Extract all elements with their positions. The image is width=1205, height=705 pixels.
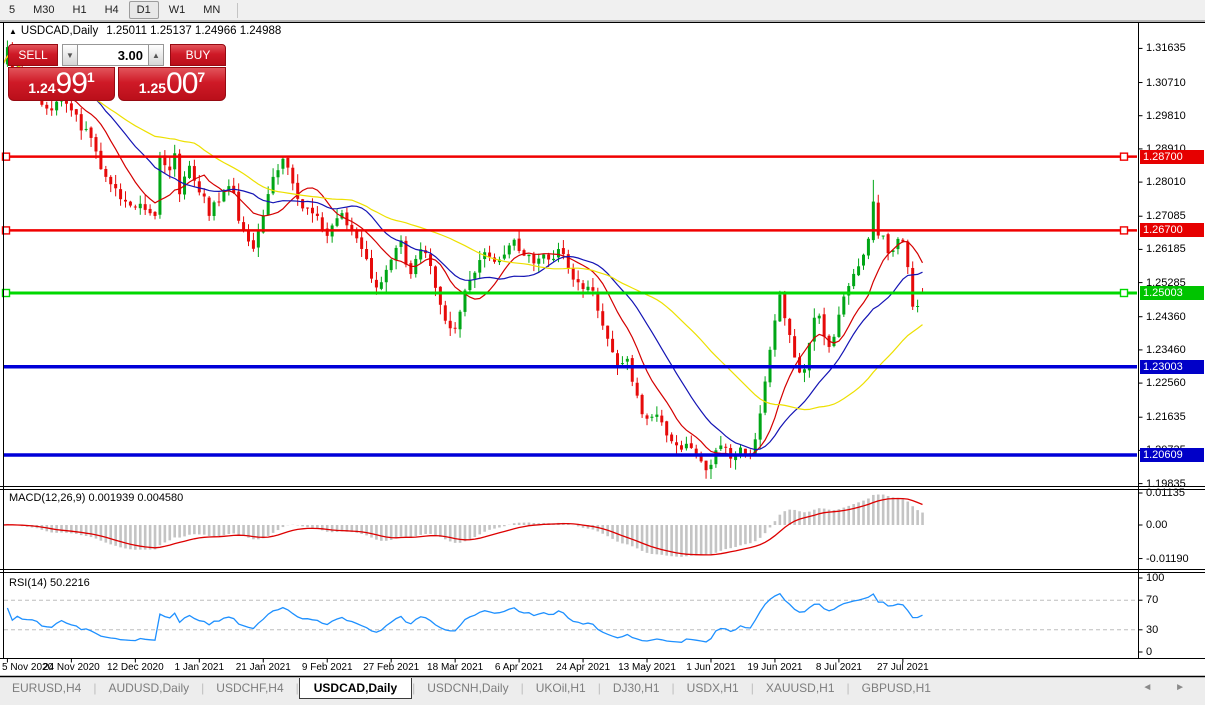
rsi-tick-label: 100 bbox=[1146, 572, 1164, 584]
tab-ukoil-h1[interactable]: UKOil,H1 bbox=[524, 678, 598, 698]
tab-usdchf-h4[interactable]: USDCHF,H4 bbox=[204, 678, 295, 698]
tab-audusd-daily[interactable]: AUDUSD,Daily bbox=[96, 678, 201, 698]
timeframe-button-h1[interactable]: H1 bbox=[65, 1, 95, 19]
date-tick-label: 27 Feb 2021 bbox=[363, 662, 419, 673]
sell-button[interactable]: SELL bbox=[8, 44, 58, 66]
date-tick-label: 8 Jul 2021 bbox=[816, 662, 862, 673]
date-tick-label: 19 Jun 2021 bbox=[747, 662, 802, 673]
date-tick-label: 13 May 2021 bbox=[618, 662, 676, 673]
bid-prefix: 1.24 bbox=[28, 78, 55, 98]
price-tick-label: 1.22560 bbox=[1146, 377, 1186, 389]
macd-tick-label: -0.01190 bbox=[1146, 553, 1189, 565]
price-tick-label: 1.21635 bbox=[1146, 411, 1186, 423]
tab-usdcad-daily[interactable]: USDCAD,Daily bbox=[299, 678, 412, 699]
date-tick-label: 24 Nov 2020 bbox=[43, 662, 100, 673]
price-line-handle[interactable] bbox=[1121, 227, 1128, 234]
date-tick-label: 9 Feb 2021 bbox=[302, 662, 353, 673]
ask-big-digits: 00 bbox=[166, 70, 197, 98]
macd-tick-label: 0.01135 bbox=[1146, 487, 1185, 499]
macd-tick-label: 0.00 bbox=[1146, 519, 1167, 531]
symbol-period-label: USDCAD,Daily bbox=[21, 25, 98, 37]
tab-gbpusd-h1[interactable]: GBPUSD,H1 bbox=[850, 678, 943, 698]
tab-eurusd-h4[interactable]: EURUSD,H4 bbox=[0, 678, 93, 698]
date-tick-label: 21 Jan 2021 bbox=[236, 662, 291, 673]
tab-usdx-h1[interactable]: USDX,H1 bbox=[675, 678, 751, 698]
chart-title: ▲ USDCAD,Daily 1.25011 1.25137 1.24966 1.2… bbox=[9, 25, 281, 37]
price-tick-label: 1.28010 bbox=[1146, 176, 1186, 188]
ohlc-readout: 1.25011 1.25137 1.24966 1.24988 bbox=[106, 25, 281, 37]
rsi-tick-label: 0 bbox=[1146, 646, 1152, 658]
date-tick-label: 6 Apr 2021 bbox=[495, 662, 543, 673]
timeframe-button-mn[interactable]: MN bbox=[195, 1, 228, 19]
price-line-badge-1.23003: 1.23003 bbox=[1140, 360, 1204, 374]
bid-pip-digit: 1 bbox=[87, 69, 95, 85]
timeframe-button-d1[interactable]: D1 bbox=[129, 1, 159, 19]
date-tick-label: 1 Jan 2021 bbox=[175, 662, 225, 673]
price-line-badge-1.26700: 1.26700 bbox=[1140, 223, 1204, 237]
chart-canvas bbox=[0, 0, 1205, 705]
timeframe-button-m30[interactable]: M30 bbox=[25, 1, 62, 19]
toolbar-separator bbox=[237, 3, 238, 18]
one-click-trading-panel: SELL ▼ 3.00 ▲ BUY 1.24 99 1 1.25 00 7 bbox=[8, 44, 226, 101]
rsi-tick-label: 70 bbox=[1146, 594, 1158, 606]
ask-prefix: 1.25 bbox=[139, 78, 166, 98]
date-tick-label: 12 Dec 2020 bbox=[107, 662, 164, 673]
rsi-tick-label: 30 bbox=[1146, 624, 1158, 636]
volume-input[interactable]: 3.00 bbox=[78, 44, 148, 66]
timeframe-button-h4[interactable]: H4 bbox=[97, 1, 127, 19]
date-tick-label: 24 Apr 2021 bbox=[556, 662, 610, 673]
price-tick-label: 1.23460 bbox=[1146, 344, 1186, 356]
macd-indicator-label: MACD(12,26,9) 0.001939 0.004580 bbox=[9, 492, 183, 504]
bid-price-display[interactable]: 1.24 99 1 bbox=[8, 67, 115, 101]
price-tick-label: 1.24360 bbox=[1146, 311, 1186, 323]
bid-big-digits: 99 bbox=[56, 70, 87, 98]
price-tick-label: 1.30710 bbox=[1146, 77, 1186, 89]
volume-decrease-button[interactable]: ▼ bbox=[62, 44, 78, 66]
price-line-handle[interactable] bbox=[1121, 290, 1128, 297]
price-line-badge-1.20609: 1.20609 bbox=[1140, 448, 1204, 462]
buy-button[interactable]: BUY bbox=[170, 44, 226, 66]
ask-price-display[interactable]: 1.25 00 7 bbox=[118, 67, 226, 101]
price-tick-label: 1.31635 bbox=[1146, 42, 1186, 54]
price-tick-label: 1.27085 bbox=[1146, 210, 1186, 222]
tab-scroll-arrows[interactable]: ◄ ► bbox=[1142, 682, 1195, 693]
tab-xauusd-h1[interactable]: XAUUSD,H1 bbox=[754, 678, 847, 698]
chart-tab-bar: EURUSD,H4|AUDUSD,Daily|USDCHF,H4|USDCAD,… bbox=[0, 678, 1205, 705]
tab-usdcnh-daily[interactable]: USDCNH,Daily bbox=[415, 678, 520, 698]
date-tick-label: 27 Jul 2021 bbox=[877, 662, 929, 673]
rsi-indicator-label: RSI(14) 50.2216 bbox=[9, 577, 90, 589]
tab-dj30-h1[interactable]: DJ30,H1 bbox=[601, 678, 672, 698]
price-line-badge-1.28700: 1.28700 bbox=[1140, 150, 1204, 164]
ask-pip-digit: 7 bbox=[197, 69, 205, 85]
price-tick-label: 1.26185 bbox=[1146, 243, 1186, 255]
collapse-panel-icon[interactable]: ▲ bbox=[9, 27, 17, 36]
date-tick-label: 18 Mar 2021 bbox=[427, 662, 483, 673]
price-line-badge-1.25003: 1.25003 bbox=[1140, 286, 1204, 300]
price-line-handle[interactable] bbox=[1121, 153, 1128, 160]
timeframe-button-w1[interactable]: W1 bbox=[161, 1, 194, 19]
timeframe-button-5[interactable]: 5 bbox=[1, 1, 23, 19]
date-tick-label: 1 Jun 2021 bbox=[686, 662, 736, 673]
price-tick-label: 1.29810 bbox=[1146, 110, 1186, 122]
volume-increase-button[interactable]: ▲ bbox=[148, 44, 164, 66]
timeframe-toolbar: 5M30H1H4D1W1MN bbox=[0, 0, 1205, 20]
